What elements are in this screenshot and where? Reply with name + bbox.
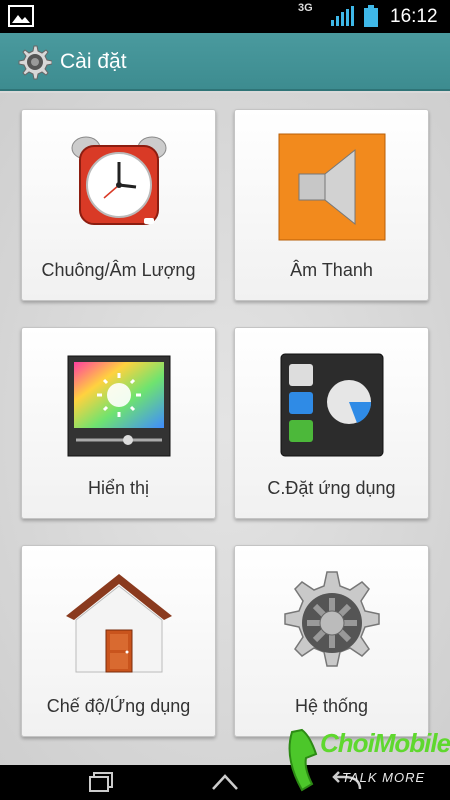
tile-label: Hiển thị (87, 478, 150, 498)
display-brightness-icon (64, 350, 174, 460)
status-bar: 3G 16:12 (0, 0, 450, 33)
tile-system[interactable]: Hệ thống (234, 545, 429, 737)
page-title: Cài đặt (60, 50, 127, 73)
watermark-tagline: TALK MORE (342, 770, 426, 785)
tile-app-settings[interactable]: C.Đặt ứng dụng (234, 327, 429, 519)
watermark-brand: ChoiMobile (320, 728, 450, 758)
phone-logo-icon (288, 728, 318, 792)
watermark: ChoiMobile TALK MORE (282, 728, 450, 800)
signal-icon (331, 6, 355, 31)
action-bar: Cài đặt (0, 33, 450, 91)
alarm-clock-icon (64, 132, 174, 242)
tile-label: Hệ thống (294, 696, 369, 716)
gallery-icon (8, 5, 34, 32)
tile-ringtone-volume[interactable]: Chuông/Âm Lượng (21, 109, 216, 301)
recent-apps-icon[interactable] (88, 771, 114, 798)
tile-mode-apps[interactable]: Chế độ/Ứng dụng (21, 545, 216, 737)
battery-icon (364, 5, 378, 32)
clock-time: 16:12 (390, 6, 438, 27)
tile-label: Chế độ/Ứng dụng (46, 696, 191, 716)
settings-grid: Chuông/Âm Lượng Âm Thanh Hiển thị C.Đặt … (0, 93, 450, 765)
system-gear-icon (277, 568, 387, 678)
tile-sound[interactable]: Âm Thanh (234, 109, 429, 301)
tile-display[interactable]: Hiển thị (21, 327, 216, 519)
home-icon (64, 568, 174, 678)
tile-label: Âm Thanh (290, 260, 373, 280)
network-type: 3G (298, 2, 313, 14)
tile-label: Chuông/Âm Lượng (41, 260, 196, 280)
settings-gear-icon[interactable] (16, 44, 53, 85)
app-settings-icon (277, 350, 387, 460)
speaker-icon (277, 132, 387, 242)
tile-label: C.Đặt ứng dụng (267, 478, 396, 498)
home-nav-icon[interactable] (210, 771, 240, 798)
